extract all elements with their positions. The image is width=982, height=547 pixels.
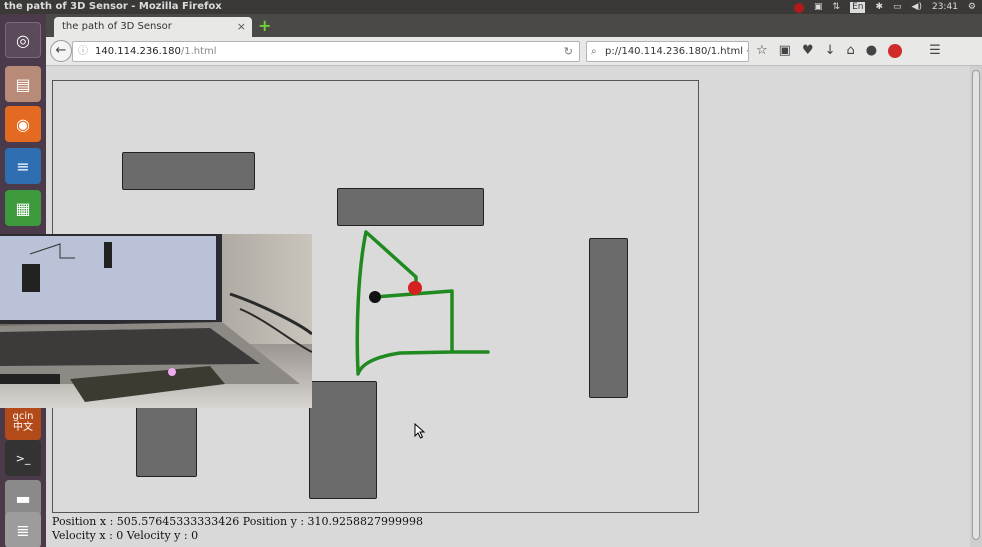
browser-nav-bar: ← ⓘ 140.114.236.180/1.html ↻ ⌕ p://140.1…	[46, 37, 982, 66]
page-scrollbar[interactable]	[970, 66, 982, 547]
url-path: /1.html	[180, 46, 217, 57]
desktop: the path of 3D Sensor - Mozilla Firefox …	[0, 0, 982, 547]
search-icon: ⌕	[591, 46, 597, 57]
obstacle-block	[337, 188, 484, 226]
bookmark-star-icon[interactable]: ☆	[756, 42, 768, 60]
pocket-icon[interactable]: ♥	[802, 42, 814, 60]
addon-icon[interactable]	[888, 44, 903, 58]
trash-icon[interactable]: ≣	[5, 512, 41, 547]
sensor-readout: Position x : 505.57645333333426 Position…	[52, 515, 423, 543]
obstacle-block	[136, 400, 197, 477]
webcam-inset-photo	[0, 234, 312, 408]
toolbar-icons: ☆ ▣ ♥ ↓ ⌂ ● ☰	[756, 42, 941, 60]
scrollbar-thumb[interactable]	[972, 70, 980, 540]
webcam-scene-image	[0, 234, 312, 408]
bluetooth-icon[interactable]: ✱	[875, 0, 883, 14]
camera-icon[interactable]: ▣	[814, 0, 823, 14]
home-icon[interactable]: ⌂	[847, 42, 855, 60]
clipboard-icon[interactable]: ▣	[779, 42, 791, 60]
obstacle-block	[589, 238, 628, 398]
input-method-label: gcin	[12, 411, 34, 422]
firefox-icon[interactable]: ◉	[5, 106, 41, 142]
back-button[interactable]: ←	[50, 40, 72, 62]
keyboard-layout-indicator[interactable]: En	[850, 1, 866, 13]
network-icon[interactable]: ⇅	[833, 0, 841, 14]
system-top-bar: the path of 3D Sensor - Mozilla Firefox …	[0, 0, 982, 14]
input-method-icon[interactable]: gcin 中文	[5, 404, 41, 440]
battery-icon[interactable]: ▭	[893, 0, 902, 14]
chat-icon[interactable]: ●	[866, 42, 877, 60]
site-info-icon[interactable]: ⓘ	[78, 42, 88, 61]
obstacle-block	[309, 381, 377, 499]
obstacle-block	[122, 152, 255, 190]
input-method-sublabel: 中文	[13, 422, 33, 433]
window-title: the path of 3D Sensor - Mozilla Firefox	[4, 1, 222, 12]
new-tab-button[interactable]: +	[258, 17, 271, 35]
settings-gear-icon[interactable]: ⚙	[968, 0, 976, 14]
disk-icon[interactable]: ▬	[5, 480, 41, 516]
volume-icon[interactable]: ◀)	[912, 0, 922, 14]
menu-icon[interactable]: ☰	[929, 42, 941, 60]
files-icon[interactable]: ▤	[5, 66, 41, 102]
writer-icon[interactable]: ≡	[5, 148, 41, 184]
velocity-readout: Velocity x : 0 Velocity y : 0	[52, 529, 199, 542]
tab-title: the path of 3D Sensor	[62, 21, 172, 32]
search-input-text: p://140.114.236.180/1.html →	[605, 46, 749, 57]
reload-icon[interactable]: ↻	[564, 42, 573, 61]
system-tray: ▣ ⇅ En ✱ ▭ ◀) 23:41 ⚙	[794, 0, 976, 14]
browser-tab-strip: the path of 3D Sensor × +	[46, 14, 982, 37]
mouse-cursor-icon	[414, 423, 426, 439]
position-readout: Position x : 505.57645333333426 Position…	[52, 515, 424, 528]
search-bar[interactable]: ⌕ p://140.114.236.180/1.html →	[586, 41, 749, 62]
url-host: 140.114.236.180	[95, 46, 181, 57]
clock[interactable]: 23:41	[932, 0, 958, 14]
url-bar[interactable]: ⓘ 140.114.236.180/1.html ↻	[72, 41, 580, 62]
calc-icon[interactable]: ▦	[5, 190, 41, 226]
browser-tab[interactable]: the path of 3D Sensor ×	[54, 17, 252, 37]
terminal-icon[interactable]: >_	[5, 440, 41, 476]
download-icon[interactable]: ↓	[825, 42, 836, 60]
recording-icon[interactable]	[794, 3, 805, 13]
ubuntu-dash-icon[interactable]: ◎	[5, 22, 41, 58]
tab-close-icon[interactable]: ×	[237, 17, 246, 37]
